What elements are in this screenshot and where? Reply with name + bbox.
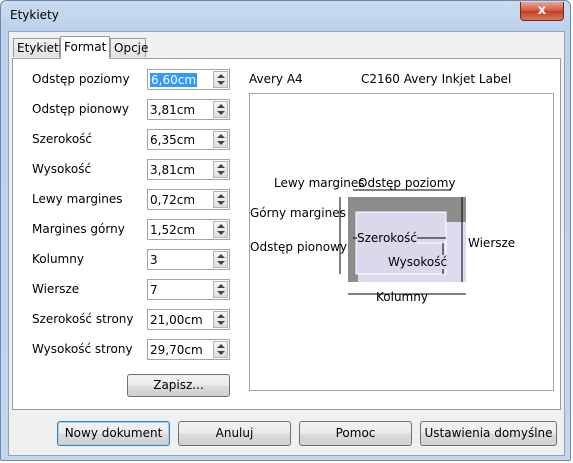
arrow-down-icon[interactable] xyxy=(217,171,225,175)
width-spinner[interactable]: 6,35cm xyxy=(147,129,230,150)
v-spacing-value[interactable]: 3,81cm xyxy=(150,103,195,117)
close-icon: x xyxy=(537,3,547,18)
spin-buttons[interactable] xyxy=(213,161,228,178)
cancel-button[interactable]: Anuluj xyxy=(178,421,291,446)
columns-label: Kolumny xyxy=(32,252,84,266)
arrow-down-icon[interactable] xyxy=(217,201,225,205)
arrow-up-icon[interactable] xyxy=(217,314,225,318)
label-preview: Lewy margines Odstęp poziomy Górny margi… xyxy=(249,93,554,391)
columns-value[interactable]: 3 xyxy=(150,253,158,267)
spin-buttons[interactable] xyxy=(213,221,228,238)
h-spacing-spinner[interactable]: 6,60cm xyxy=(147,69,230,90)
spin-buttons[interactable] xyxy=(213,311,228,328)
page-width-label: Szerokość strony xyxy=(32,312,134,326)
preview-height: Wysokość xyxy=(388,255,448,269)
arrow-down-icon[interactable] xyxy=(217,111,225,115)
width-value[interactable]: 6,35cm xyxy=(150,133,195,147)
spin-buttons[interactable] xyxy=(213,71,228,88)
arrow-down-icon[interactable] xyxy=(217,351,225,355)
arrow-down-icon[interactable] xyxy=(217,141,225,145)
arrow-up-icon[interactable] xyxy=(217,284,225,288)
preview-columns: Kolumny xyxy=(376,290,428,304)
arrow-up-icon[interactable] xyxy=(217,104,225,108)
page-height-label: Wysokość strony xyxy=(32,342,133,356)
defaults-button[interactable]: Ustawienia domyślne xyxy=(420,421,557,446)
rows-label: Wiersze xyxy=(32,282,80,296)
preview-left-margin: Lewy margines xyxy=(274,176,365,190)
top-margin-value[interactable]: 1,52cm xyxy=(150,223,195,237)
columns-spinner[interactable]: 3 xyxy=(147,249,230,270)
h-spacing-label: Odstęp poziomy xyxy=(32,72,130,86)
height-label: Wysokość xyxy=(32,162,92,176)
arrow-up-icon[interactable] xyxy=(217,254,225,258)
width-label: Szerokość xyxy=(32,132,93,146)
arrow-down-icon[interactable] xyxy=(217,321,225,325)
preview-top-margin: Górny margines xyxy=(250,206,346,220)
rows-value[interactable]: 7 xyxy=(150,283,158,297)
dialog-body: Etykiety Format Opcje Odstęp poziomy 6,6… xyxy=(8,31,565,456)
left-margin-spinner[interactable]: 0,72cm xyxy=(147,189,230,210)
labels-dialog: Etykiety x Etykiety Format Opcje Odstęp … xyxy=(0,0,571,461)
spin-buttons[interactable] xyxy=(213,131,228,148)
page-width-value[interactable]: 21,00cm xyxy=(150,313,203,327)
height-value[interactable]: 3,81cm xyxy=(150,163,195,177)
arrow-down-icon[interactable] xyxy=(217,81,225,85)
preview-h-spacing: Odstęp poziomy xyxy=(358,176,456,190)
rows-spinner[interactable]: 7 xyxy=(147,279,230,300)
tab-labels[interactable]: Etykiety xyxy=(13,38,66,57)
tab-options[interactable]: Opcje xyxy=(110,38,148,57)
spin-buttons[interactable] xyxy=(213,251,228,268)
format-panel: Odstęp poziomy 6,60cm Odstęp pionowy 3,8… xyxy=(12,58,561,410)
h-spacing-value[interactable]: 6,60cm xyxy=(150,73,198,87)
close-button[interactable]: x xyxy=(520,2,564,21)
arrow-down-icon[interactable] xyxy=(217,291,225,295)
page-width-spinner[interactable]: 21,00cm xyxy=(147,309,230,330)
left-margin-value[interactable]: 0,72cm xyxy=(150,193,195,207)
top-margin-spinner[interactable]: 1,52cm xyxy=(147,219,230,240)
new-document-button[interactable]: Nowy dokument xyxy=(57,421,170,446)
preview-v-spacing: Odstęp pionowy xyxy=(250,240,347,254)
spin-buttons[interactable] xyxy=(213,281,228,298)
title-bar: Etykiety x xyxy=(1,1,570,31)
spin-buttons[interactable] xyxy=(213,191,228,208)
arrow-up-icon[interactable] xyxy=(217,224,225,228)
page-height-spinner[interactable]: 29,70cm xyxy=(147,339,230,360)
arrow-up-icon[interactable] xyxy=(217,344,225,348)
preview-brand: Avery A4 xyxy=(249,72,303,86)
left-margin-label: Lewy margines xyxy=(32,192,123,206)
arrow-up-icon[interactable] xyxy=(217,194,225,198)
arrow-up-icon[interactable] xyxy=(217,74,225,78)
v-spacing-spinner[interactable]: 3,81cm xyxy=(147,99,230,120)
arrow-down-icon[interactable] xyxy=(217,261,225,265)
save-button[interactable]: Zapisz... xyxy=(127,374,230,397)
arrow-up-icon[interactable] xyxy=(217,134,225,138)
window-title: Etykiety xyxy=(10,8,59,22)
height-spinner[interactable]: 3,81cm xyxy=(147,159,230,180)
top-margin-label: Margines górny xyxy=(32,222,125,236)
tab-format[interactable]: Format xyxy=(60,36,110,59)
v-spacing-label: Odstęp pionowy xyxy=(32,102,129,116)
spin-buttons[interactable] xyxy=(213,101,228,118)
preview-width: Szerokość xyxy=(357,231,418,245)
help-button[interactable]: Pomoc xyxy=(299,421,412,446)
arrow-up-icon[interactable] xyxy=(217,164,225,168)
page-height-value[interactable]: 29,70cm xyxy=(150,343,203,357)
preview-rows: Wiersze xyxy=(468,236,516,250)
preview-label-type: C2160 Avery Inkjet Label xyxy=(361,72,512,86)
arrow-down-icon[interactable] xyxy=(217,231,225,235)
spin-buttons[interactable] xyxy=(213,341,228,358)
